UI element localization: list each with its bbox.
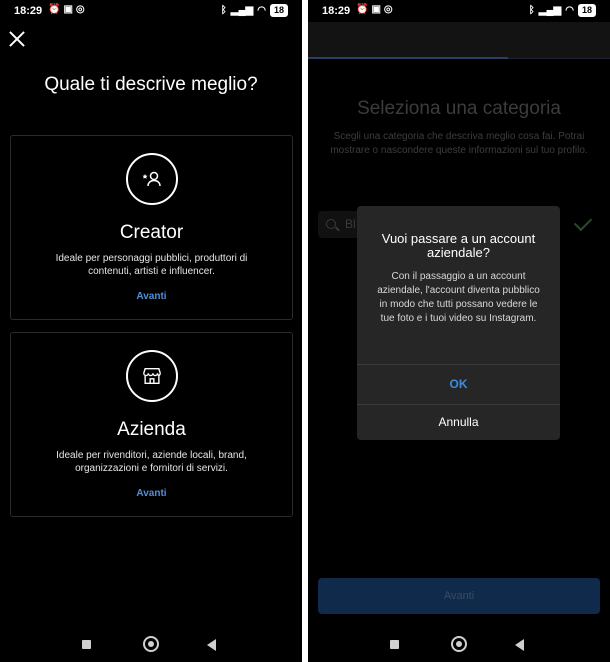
signal-icon: ▂▄▆ [230,5,254,16]
nav-bar [0,628,302,662]
page-title: Quale ti descrive meglio? [44,74,258,95]
progress-bar [308,57,508,59]
status-time: 18:29 [322,5,351,17]
signal-icon: ▂▄▆ [538,5,562,16]
wifi-icon: ◠ [257,5,266,16]
back-icon[interactable] [515,639,524,651]
calendar-icon: ▣ [63,4,76,15]
instagram-icon: ◎ [75,4,88,15]
status-bar: 18:29 ⏰▣◎ ᛒ ▂▄▆ ◠ 18 [0,0,302,22]
alarm-icon: ⏰ [48,4,64,15]
wifi-icon: ◠ [565,5,574,16]
business-card[interactable]: Azienda Ideale per rivenditori, aziende … [10,332,293,517]
creator-next-link[interactable]: Avanti [11,291,292,302]
shop-icon [126,350,178,402]
search-value: Bl [345,217,356,231]
home-icon[interactable] [143,636,159,652]
dialog-message: Con il passaggio a un account aziendale,… [377,271,540,324]
card-description: Ideale per rivenditori, aziende locali, … [56,450,247,474]
page-subtitle: Scegli una categoria che descriva meglio… [330,131,588,156]
status-system-icons: ᛒ ▂▄▆ ◠ 18 [221,4,288,17]
right-screen: 18:29 ⏰▣◎ ᛒ ▂▄▆ ◠ 18 Seleziona una categ… [308,0,610,662]
business-next-link[interactable]: Avanti [11,488,292,499]
card-title: Azienda [117,419,186,440]
status-bar: 18:29 ⏰▣◎ ᛒ ▂▄▆ ◠ 18 [308,0,610,22]
creator-card[interactable]: Creator Ideale per personaggi pubblici, … [10,135,293,320]
close-icon[interactable] [8,30,26,48]
ok-button[interactable]: OK [357,364,560,404]
creator-icon [126,153,178,205]
bluetooth-icon: ᛒ [528,5,535,16]
recent-apps-icon[interactable] [390,640,399,649]
next-button[interactable]: Avanti [318,578,600,614]
home-icon[interactable] [451,636,467,652]
status-system-icons: ᛒ ▂▄▆ ◠ 18 [529,4,596,17]
switch-account-dialog: Vuoi passare a un account aziendale? Con… [357,206,560,440]
cancel-button[interactable]: Annulla [357,404,560,440]
page-title: Seleziona una categoria [357,98,561,119]
battery-indicator: 18 [577,4,596,17]
card-description: Ideale per personaggi pubblici, produtto… [55,253,248,277]
nav-bar [308,628,610,662]
battery-indicator: 18 [269,4,288,17]
recent-apps-icon[interactable] [82,640,91,649]
dialog-title: Vuoi passare a un account aziendale? [381,231,536,260]
status-time: 18:29 [14,5,43,17]
alarm-icon: ⏰ [356,4,372,15]
status-notification-icons: ⏰▣◎ [356,4,396,15]
back-icon[interactable] [207,639,216,651]
left-screen: 18:29 ⏰▣◎ ᛒ ▂▄▆ ◠ 18 Quale ti descrive m… [0,0,302,662]
search-icon [326,219,336,229]
status-notification-icons: ⏰▣◎ [48,4,88,15]
check-icon[interactable] [573,212,593,232]
calendar-icon: ▣ [371,4,384,15]
card-title: Creator [119,222,184,243]
bluetooth-icon: ᛒ [220,5,227,16]
top-bar [308,22,610,59]
instagram-icon: ◎ [383,4,396,15]
